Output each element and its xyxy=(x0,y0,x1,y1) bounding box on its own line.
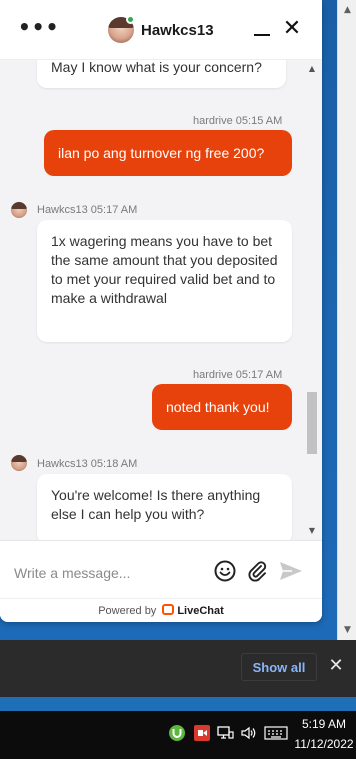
message-text: 1x wagering means you have to bet the sa… xyxy=(51,233,278,306)
emoji-icon[interactable] xyxy=(214,560,236,582)
keyboard-icon[interactable] xyxy=(264,724,288,744)
user-message: noted thank you! xyxy=(152,384,292,430)
agent-message: May I know what is your concern? xyxy=(37,60,286,88)
close-icon[interactable]: ✕ xyxy=(326,654,346,678)
paperclip-icon[interactable] xyxy=(246,560,268,582)
message-meta: hardrive 05:15 AM xyxy=(193,115,283,127)
message-text: May I know what is your concern? xyxy=(51,60,262,75)
utorrent-icon[interactable] xyxy=(168,724,186,744)
agent-message: You're welcome! Is there anything else I… xyxy=(37,474,292,540)
message-list[interactable]: May I know what is your concern? hardriv… xyxy=(0,60,322,540)
online-status-dot xyxy=(126,15,135,24)
chat-window: ••• Hawkcs13 ✕ May I know what is your c… xyxy=(0,0,322,622)
more-dots-icon[interactable]: ••• xyxy=(18,17,58,40)
user-message: ilan po ang turnover ng free 200? xyxy=(44,130,292,176)
record-app-icon[interactable] xyxy=(193,724,211,744)
livechat-brand: LiveChat xyxy=(177,604,224,617)
message-text: ilan po ang turnover ng free 200? xyxy=(58,145,265,161)
message-meta: Hawkcs13 05:17 AM xyxy=(37,204,138,216)
minimize-icon[interactable] xyxy=(252,22,274,40)
network-icon[interactable] xyxy=(216,724,234,744)
agent-avatar-small xyxy=(11,455,27,471)
desktop-background-strip xyxy=(0,697,356,711)
close-icon[interactable]: ✕ xyxy=(281,18,303,40)
show-all-button[interactable]: Show all xyxy=(241,653,317,681)
message-text: You're welcome! Is there anything else I… xyxy=(51,487,261,522)
clock-time[interactable]: 5:19 AM xyxy=(296,717,352,731)
page-scrollbar[interactable]: ▲ ▼ xyxy=(337,0,356,640)
message-meta: Hawkcs13 05:18 AM xyxy=(37,458,138,470)
scroll-down-arrow-icon[interactable]: ▼ xyxy=(305,526,319,535)
agent-message: 1x wagering means you have to bet the sa… xyxy=(37,220,292,342)
scroll-down-arrow-icon[interactable]: ▼ xyxy=(338,622,356,638)
scroll-up-arrow-icon[interactable]: ▲ xyxy=(305,64,319,73)
livechat-logo-icon xyxy=(162,604,175,615)
scrollbar-thumb[interactable] xyxy=(307,392,317,454)
chat-header: ••• Hawkcs13 ✕ xyxy=(0,0,322,60)
agent-avatar-small xyxy=(11,202,27,218)
volume-icon[interactable] xyxy=(240,724,258,744)
powered-by-footer[interactable]: Powered by LiveChat xyxy=(0,598,322,622)
message-text: noted thank you! xyxy=(166,399,270,415)
message-meta: hardrive 05:17 AM xyxy=(193,369,283,381)
agent-name: Hawkcs13 xyxy=(141,22,214,39)
message-scrollbar[interactable]: ▲ ▼ xyxy=(305,60,319,540)
powered-by-text: Powered by xyxy=(98,604,157,617)
clock-date[interactable]: 11/12/2022 xyxy=(293,737,355,751)
message-composer xyxy=(0,540,322,598)
message-input[interactable] xyxy=(14,563,204,583)
send-icon[interactable] xyxy=(278,560,304,582)
scroll-up-arrow-icon[interactable]: ▲ xyxy=(338,2,356,18)
